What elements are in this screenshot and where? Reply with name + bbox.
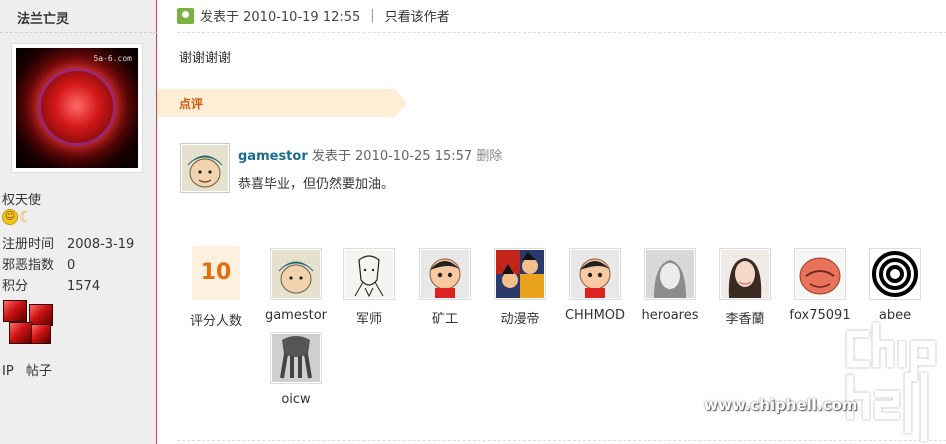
rater-avatar xyxy=(794,248,846,300)
avatar-watermark: 5a-6.com xyxy=(93,54,132,63)
rater-avatar xyxy=(869,248,921,300)
comments-tab: 点评 xyxy=(157,89,407,117)
rater-avatar xyxy=(719,248,771,300)
rater-avatar xyxy=(419,248,471,300)
rater[interactable]: 军师 xyxy=(329,248,409,327)
rater[interactable]: 动漫帝 xyxy=(480,248,560,327)
medal-cube xyxy=(9,322,33,344)
stat-row: 注册时间 2008-3-19 xyxy=(2,234,134,255)
stat-value: 1574 xyxy=(67,279,101,294)
rater-name: gamestor xyxy=(264,308,328,323)
meta-divider: | xyxy=(370,8,375,23)
medal-cube xyxy=(31,324,51,344)
rater[interactable]: abee xyxy=(855,248,935,323)
rater[interactable]: heroares xyxy=(630,248,710,323)
rater-avatar xyxy=(644,248,696,300)
post-date: 发表于 2010-10-19 12:55 xyxy=(200,10,361,25)
rater-name: 李香蘭 xyxy=(725,312,765,327)
medal-cube xyxy=(3,300,27,322)
ip-link[interactable]: IP xyxy=(2,364,14,379)
stat-label: 邪恶指数 xyxy=(2,258,55,273)
rating-label: 评分人数 xyxy=(190,314,243,329)
rank-stars: ☺ ☾ xyxy=(2,209,35,225)
post-meta: 发表于 2010-10-19 12:55 | 只看该作者 xyxy=(177,6,450,25)
meta-divider-line xyxy=(177,32,946,33)
sun-icon: ☺ xyxy=(2,209,18,225)
comments-tab-label: 点评 xyxy=(179,97,204,111)
sidebar-divider xyxy=(0,32,157,33)
author-sidebar: 法兰亡灵 5a-6.com 权天使 ☺ ☾ 注册时间 2008-3-19 邪恶指… xyxy=(0,0,157,444)
rater-avatar xyxy=(569,248,621,300)
posts-link[interactable]: 帖子 xyxy=(26,364,52,379)
rater-name: fox75091 xyxy=(789,308,851,323)
avatar-swirl xyxy=(38,68,116,146)
post-bottom-divider xyxy=(177,440,946,441)
avatar-image: 5a-6.com xyxy=(16,48,138,168)
rater-avatar xyxy=(270,332,322,384)
page: 法兰亡灵 5a-6.com 权天使 ☺ ☾ 注册时间 2008-3-19 邪恶指… xyxy=(0,0,946,444)
comment-username[interactable]: gamestor xyxy=(238,149,308,164)
stat-label: 积分 xyxy=(2,279,29,294)
stat-value: 0 xyxy=(67,258,76,273)
author-rank: 权天使 xyxy=(2,193,42,208)
comment-header: gamestor 发表于 2010-10-25 15:57 删除 xyxy=(238,145,502,164)
rater-avatar xyxy=(270,248,322,300)
rater-name: 矿工 xyxy=(431,312,458,327)
comment-date: 发表于 2010-10-25 15:57 xyxy=(311,149,473,164)
rater-name: abee xyxy=(878,308,912,323)
rater[interactable]: 李香蘭 xyxy=(705,248,785,327)
rater-name: oicw xyxy=(281,392,311,407)
rater[interactable]: oicw xyxy=(256,332,336,407)
author-stats: 注册时间 2008-3-19 邪恶指数 0 积分 1574 xyxy=(2,234,134,297)
rater-name: 军师 xyxy=(355,312,382,327)
rater-name: CHHMOD xyxy=(564,308,626,323)
rater-avatar xyxy=(494,248,546,300)
online-status-icon xyxy=(177,7,194,24)
rater[interactable]: CHHMOD xyxy=(555,248,635,323)
medal-icon[interactable] xyxy=(3,300,55,346)
stat-row: 邪恶指数 0 xyxy=(2,255,134,276)
author-avatar[interactable]: 5a-6.com xyxy=(11,43,143,173)
author-links: IP 帖子 xyxy=(2,360,60,379)
stat-value: 2008-3-19 xyxy=(67,237,135,252)
rater-name: heroares xyxy=(641,308,699,323)
moon-icon: ☾ xyxy=(19,208,33,226)
stat-label: 注册时间 xyxy=(2,237,55,252)
commenter-face xyxy=(182,145,228,191)
rater[interactable]: gamestor xyxy=(256,248,336,323)
rater[interactable]: 矿工 xyxy=(405,248,485,327)
rater[interactable]: fox75091 xyxy=(780,248,860,323)
rater-avatar xyxy=(343,248,395,300)
only-author-link[interactable]: 只看该作者 xyxy=(385,6,450,25)
author-username[interactable]: 法兰亡灵 xyxy=(17,8,69,27)
post-body: 谢谢谢谢 xyxy=(179,51,232,66)
delete-comment-link[interactable]: 删除 xyxy=(476,149,502,164)
rating-count[interactable]: 10 xyxy=(192,246,240,300)
rater-name: 动漫帝 xyxy=(500,312,540,327)
post-main: 发表于 2010-10-19 12:55 | 只看该作者 谢谢谢谢 点评 gam… xyxy=(157,0,946,444)
comment-text: 恭喜毕业，但仍然要加油。 xyxy=(238,177,395,192)
comment-avatar[interactable] xyxy=(180,143,230,193)
stat-row: 积分 1574 xyxy=(2,276,134,297)
